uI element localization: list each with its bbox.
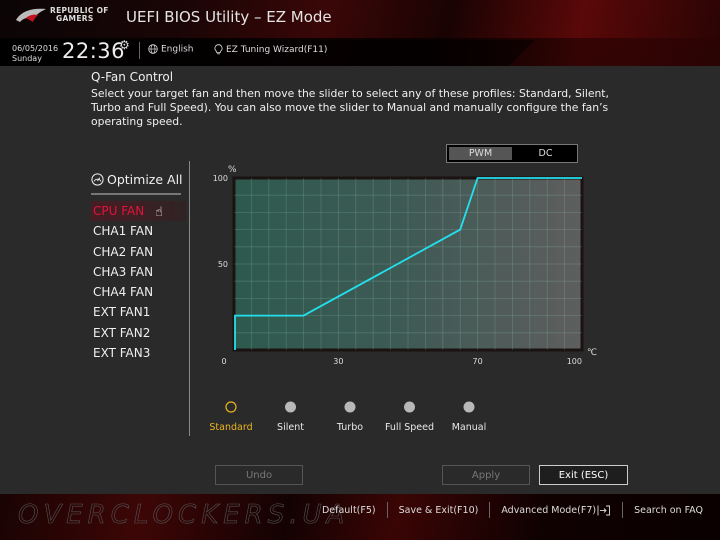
header-bar: REPUBLIC OF GAMERS UEFI BIOS Utility – E…	[0, 0, 720, 66]
fan-item-label: CHA2 FAN	[93, 244, 154, 259]
profile-knob[interactable]	[463, 401, 475, 413]
rog-logo-icon	[16, 8, 46, 22]
grid-lines	[234, 178, 582, 350]
fan-item-label: CHA4 FAN	[93, 285, 154, 300]
apply-button[interactable]: Apply	[442, 465, 530, 485]
fan-item-label: CHA3 FAN	[93, 264, 154, 279]
fan-item-label: CHA1 FAN	[93, 224, 154, 239]
profile-option[interactable]: Full Speed	[385, 401, 434, 434]
advanced-mode-label: Advanced Mode(F7)	[501, 504, 597, 516]
watermark-text: OVERCLOCKERS.UA	[18, 500, 350, 531]
divider	[91, 193, 181, 195]
optimize-all-label: Optimize All	[107, 171, 183, 187]
panel-divider	[189, 161, 190, 436]
fan-item[interactable]: CHA4 FAN	[91, 282, 186, 302]
clock: 22:36	[62, 39, 126, 63]
language-label: English	[161, 44, 194, 55]
x-tick-label: 30	[333, 357, 343, 366]
x-axis-label: ℃	[587, 348, 597, 358]
fan-item-label: EXT FAN3	[93, 346, 151, 361]
profile-option[interactable]: Turbo	[336, 401, 363, 434]
fan-item[interactable]: EXT FAN1	[91, 302, 186, 322]
profile-label: Manual	[452, 422, 487, 433]
profile-knob[interactable]	[285, 401, 296, 413]
profile-knob[interactable]	[225, 401, 237, 413]
hand-cursor-icon: ☝	[155, 205, 163, 220]
profile-label: Turbo	[336, 422, 363, 433]
profile-label: Full Speed	[385, 422, 434, 433]
advanced-mode-button[interactable]: Advanced Mode(F7)	[490, 505, 622, 516]
page-title: Q-Fan Control	[91, 70, 174, 84]
search-faq-button[interactable]: Search on FAQ	[623, 505, 714, 516]
date-text: 06/05/2016	[12, 44, 59, 53]
globe-icon	[148, 44, 158, 54]
header-divider	[139, 42, 140, 59]
y-tick-label: 100	[213, 174, 228, 183]
y-axis-label: %	[228, 165, 237, 175]
fan-item-label: CPU FAN	[93, 204, 145, 218]
profile-label: Standard	[210, 422, 253, 433]
slider-stops: Standard Silent Turbo Full Speed Manual	[210, 401, 487, 434]
brand-text: REPUBLIC OF GAMERS	[50, 7, 109, 23]
profile-label: Silent	[277, 422, 304, 433]
x-tick-label: 100	[567, 357, 582, 366]
fan-item-label: EXT FAN1	[93, 305, 151, 320]
page-description: Select your target fan and then move the…	[91, 87, 609, 128]
brand-line2: GAMERS	[56, 14, 94, 23]
fan-list: CPU FAN ☝ CHA1 FAN CHA2 FAN CHA3 FAN CHA4 FAN…	[91, 201, 186, 363]
fan-item[interactable]: CHA1 FAN	[91, 221, 186, 241]
fan-item[interactable]: CHA3 FAN	[91, 262, 186, 282]
language-button[interactable]: English	[148, 44, 194, 55]
profile-option[interactable]: Manual	[452, 401, 487, 434]
x-tick-label: 0	[221, 357, 226, 366]
y-tick-label: 50	[218, 260, 228, 269]
lightbulb-icon	[214, 44, 223, 55]
x-tick-label: 70	[473, 357, 483, 366]
fan-item[interactable]: EXT FAN2	[91, 323, 186, 343]
wizard-label: EZ Tuning Wizard(F11)	[226, 45, 328, 55]
footer-bar: OVERCLOCKERS.UA Default(F5) Save & Exit(…	[0, 494, 720, 540]
fan-curve-chart[interactable]: % ℃ 0 30 70 100 50 100	[210, 158, 610, 373]
profile-option[interactable]: Silent	[277, 401, 304, 434]
default-button[interactable]: Default(F5)	[311, 505, 387, 516]
fan-list-panel: Optimize All CPU FAN ☝ CHA1 FAN CHA2 FAN CHA…	[91, 168, 186, 363]
fan-item[interactable]: CPU FAN ☝	[91, 201, 186, 222]
gauge-icon	[91, 172, 104, 186]
undo-button[interactable]: Undo	[215, 465, 303, 485]
profile-knob[interactable]	[404, 401, 415, 413]
optimize-all-button[interactable]: Optimize All	[91, 168, 186, 190]
fan-item[interactable]: EXT FAN3	[91, 343, 186, 363]
exit-button[interactable]: Exit (ESC)	[539, 465, 628, 485]
enter-arrow-icon	[597, 505, 611, 515]
fan-item-label: EXT FAN2	[93, 325, 151, 340]
profile-knob[interactable]	[344, 401, 356, 413]
save-exit-button[interactable]: Save & Exit(F10)	[388, 505, 490, 516]
gear-icon[interactable]: ⚙	[119, 38, 130, 52]
app-title: UEFI BIOS Utility – EZ Mode	[126, 8, 332, 26]
fan-item[interactable]: CHA2 FAN	[91, 242, 186, 262]
footer-links: Default(F5) Save & Exit(F10) Advanced Mo…	[311, 502, 714, 518]
ez-tuning-wizard-button[interactable]: EZ Tuning Wizard(F11)	[214, 44, 327, 55]
day-text: Sunday	[12, 54, 42, 63]
profile-slider[interactable]: Standard Silent Turbo Full Speed Manual	[210, 398, 500, 438]
date-display: 06/05/2016 Sunday	[12, 44, 58, 64]
